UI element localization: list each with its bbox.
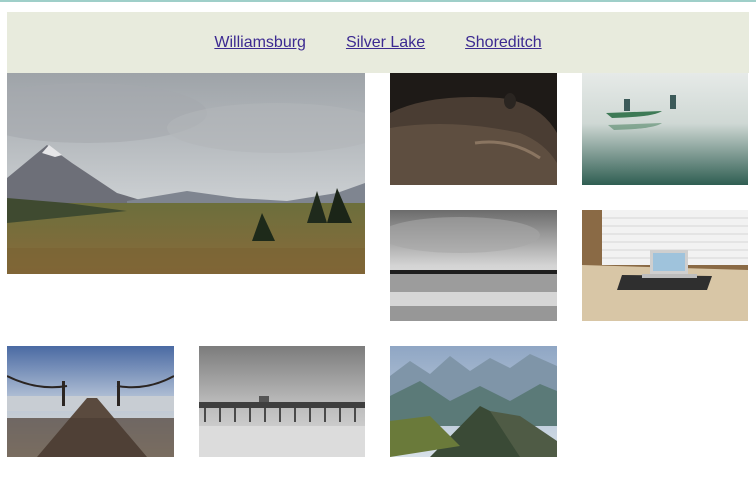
photo-foggy-pier[interactable] bbox=[199, 346, 365, 457]
nav-link-williamsburg[interactable]: Williamsburg bbox=[214, 34, 306, 52]
nav-link-silver-lake[interactable]: Silver Lake bbox=[346, 34, 425, 52]
photo-canoe-lake[interactable] bbox=[582, 73, 748, 185]
top-nav: Williamsburg Silver Lake Shoreditch bbox=[7, 12, 749, 73]
photo-beach-bw[interactable] bbox=[390, 210, 557, 321]
photo-rocky-mountains[interactable] bbox=[390, 346, 557, 457]
photo-pier-sunset[interactable] bbox=[7, 346, 174, 457]
photo-laptop-desk[interactable] bbox=[582, 210, 748, 321]
photo-vintage-car[interactable] bbox=[390, 73, 557, 185]
nav-link-shoreditch[interactable]: Shoreditch bbox=[465, 34, 542, 52]
photo-mountain-valley[interactable] bbox=[7, 73, 365, 274]
